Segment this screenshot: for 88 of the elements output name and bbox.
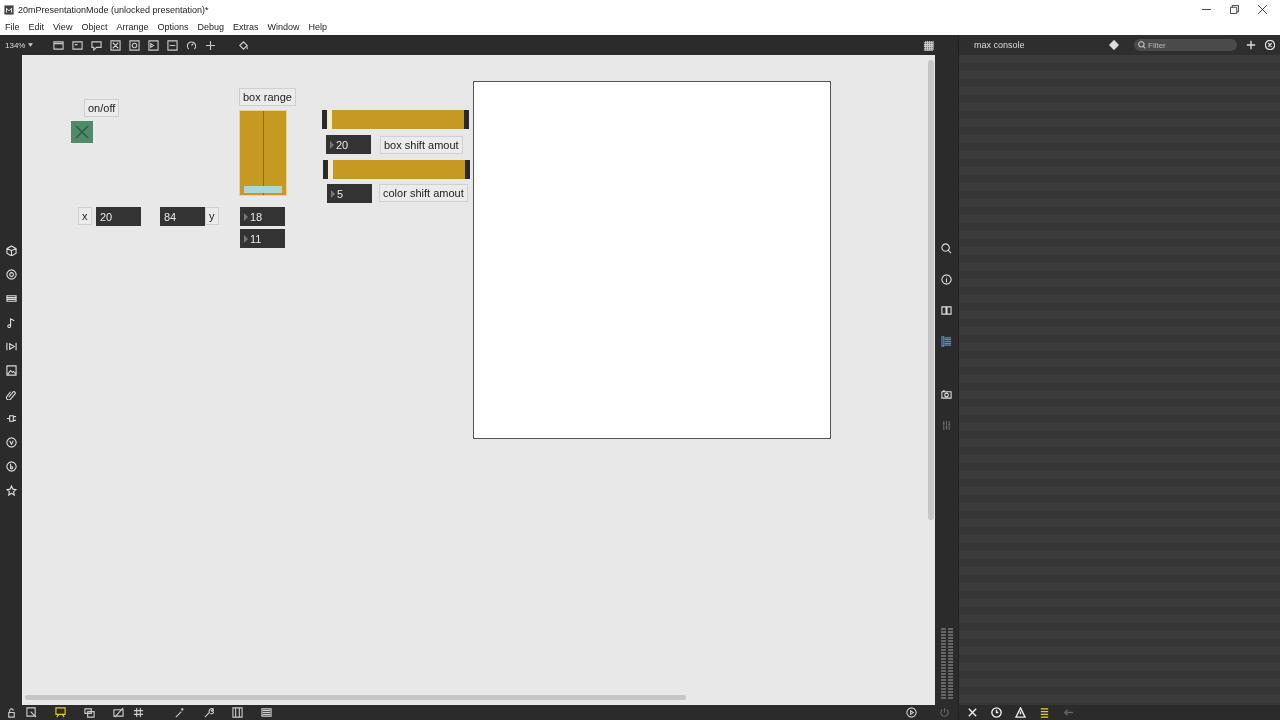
menu-item[interactable]: Window <box>267 22 300 32</box>
select-icon[interactable] <box>26 707 37 718</box>
presentation-icon[interactable] <box>55 707 66 718</box>
search-icon <box>1138 41 1146 49</box>
list-icon[interactable] <box>941 336 952 347</box>
lock-icon[interactable] <box>6 707 17 718</box>
comment-label: on/off <box>84 99 120 117</box>
book-icon[interactable] <box>941 305 952 316</box>
comment-icon[interactable] <box>91 39 103 51</box>
keyboard-icon[interactable] <box>261 707 272 718</box>
scrollbar[interactable] <box>928 60 934 520</box>
plus-icon[interactable] <box>1246 40 1256 50</box>
caret-icon <box>28 43 34 47</box>
menu-item[interactable]: Edit <box>28 22 45 32</box>
filter-field[interactable]: Filter <box>1134 39 1237 51</box>
mixer-icon[interactable] <box>941 420 952 431</box>
comment-label: box shift amout <box>380 136 463 154</box>
plug-icon[interactable] <box>5 413 17 424</box>
music-note-icon[interactable] <box>5 317 17 328</box>
number-box[interactable]: 11 <box>240 229 285 248</box>
plus-icon[interactable] <box>205 39 217 51</box>
scrollbar[interactable] <box>25 695 686 700</box>
list-icon[interactable] <box>1039 707 1050 718</box>
slider-icon[interactable] <box>167 39 179 51</box>
presentation-icon[interactable] <box>53 39 65 51</box>
number-value: 20 <box>336 138 349 151</box>
search-icon[interactable] <box>941 243 952 254</box>
clock-icon[interactable] <box>991 707 1002 718</box>
video-icon[interactable] <box>5 341 17 352</box>
horizontal-slider[interactable] <box>323 160 470 179</box>
paperclip-icon[interactable] <box>5 389 17 400</box>
diamond-icon[interactable] <box>1109 40 1119 50</box>
comment-label: box range <box>239 88 296 106</box>
menu-item[interactable]: File <box>5 22 20 32</box>
play-icon[interactable] <box>906 707 917 718</box>
number-box[interactable]: 20 <box>96 207 141 226</box>
hide-icon[interactable] <box>113 707 124 718</box>
grid-icon[interactable] <box>923 39 934 51</box>
horizontal-slider[interactable] <box>322 110 469 129</box>
range-slider[interactable] <box>239 110 287 196</box>
number-value: 11 <box>250 232 262 245</box>
menu-item[interactable]: Options <box>157 22 189 32</box>
menu-item[interactable]: Help <box>308 22 328 32</box>
number-icon[interactable] <box>148 39 160 51</box>
target-icon[interactable] <box>5 269 17 280</box>
close-icon[interactable] <box>1258 5 1267 14</box>
paint-bucket-icon[interactable] <box>238 39 250 51</box>
zoom-dropdown[interactable]: 134% <box>5 40 34 50</box>
restore-icon[interactable] <box>1230 5 1239 14</box>
power-icon[interactable] <box>939 707 950 718</box>
back-arrow-icon[interactable] <box>1063 707 1074 718</box>
camera-icon[interactable] <box>941 389 952 400</box>
image-icon[interactable] <box>5 365 17 376</box>
number-value: 18 <box>250 210 263 223</box>
wand-icon[interactable] <box>174 707 185 718</box>
star-icon[interactable] <box>5 485 17 496</box>
number-value: 5 <box>337 187 344 200</box>
info-icon[interactable] <box>941 274 952 285</box>
dial-icon[interactable] <box>186 39 198 51</box>
warning-icon[interactable] <box>1015 707 1026 718</box>
number-box[interactable]: 5 <box>327 184 372 203</box>
menu-item[interactable]: View <box>53 22 73 32</box>
number-box[interactable]: 84 <box>160 207 205 226</box>
app-icon <box>4 4 14 15</box>
comment-label: y <box>205 207 219 225</box>
menu-item[interactable]: Arrange <box>116 22 149 32</box>
message-icon[interactable] <box>72 39 84 51</box>
menu-item[interactable]: Debug <box>197 22 224 32</box>
cube-icon[interactable] <box>5 245 17 256</box>
wrench-icon[interactable] <box>203 707 214 718</box>
number-box[interactable]: 18 <box>240 207 285 226</box>
toggle[interactable] <box>71 121 93 143</box>
menu-item[interactable]: Object <box>81 22 108 32</box>
menu-item[interactable]: Extras <box>233 22 259 32</box>
meter-drawing <box>940 628 953 700</box>
window-title: 20mPresentationMode (unlocked presentation)* <box>18 4 209 15</box>
comment-label: x <box>78 207 92 225</box>
number-value: 84 <box>164 210 177 223</box>
button-icon[interactable] <box>129 39 141 51</box>
toggle-icon[interactable] <box>110 39 122 51</box>
console-title: max console <box>974 40 1025 50</box>
grid-icon[interactable] <box>133 707 144 718</box>
number-box[interactable]: 20 <box>326 135 371 154</box>
comment-label: color shift amout <box>379 184 468 202</box>
number-value: 20 <box>100 210 113 223</box>
film-strip-icon[interactable] <box>5 293 17 304</box>
windows-icon[interactable] <box>84 707 95 718</box>
piano-icon[interactable] <box>232 707 243 718</box>
